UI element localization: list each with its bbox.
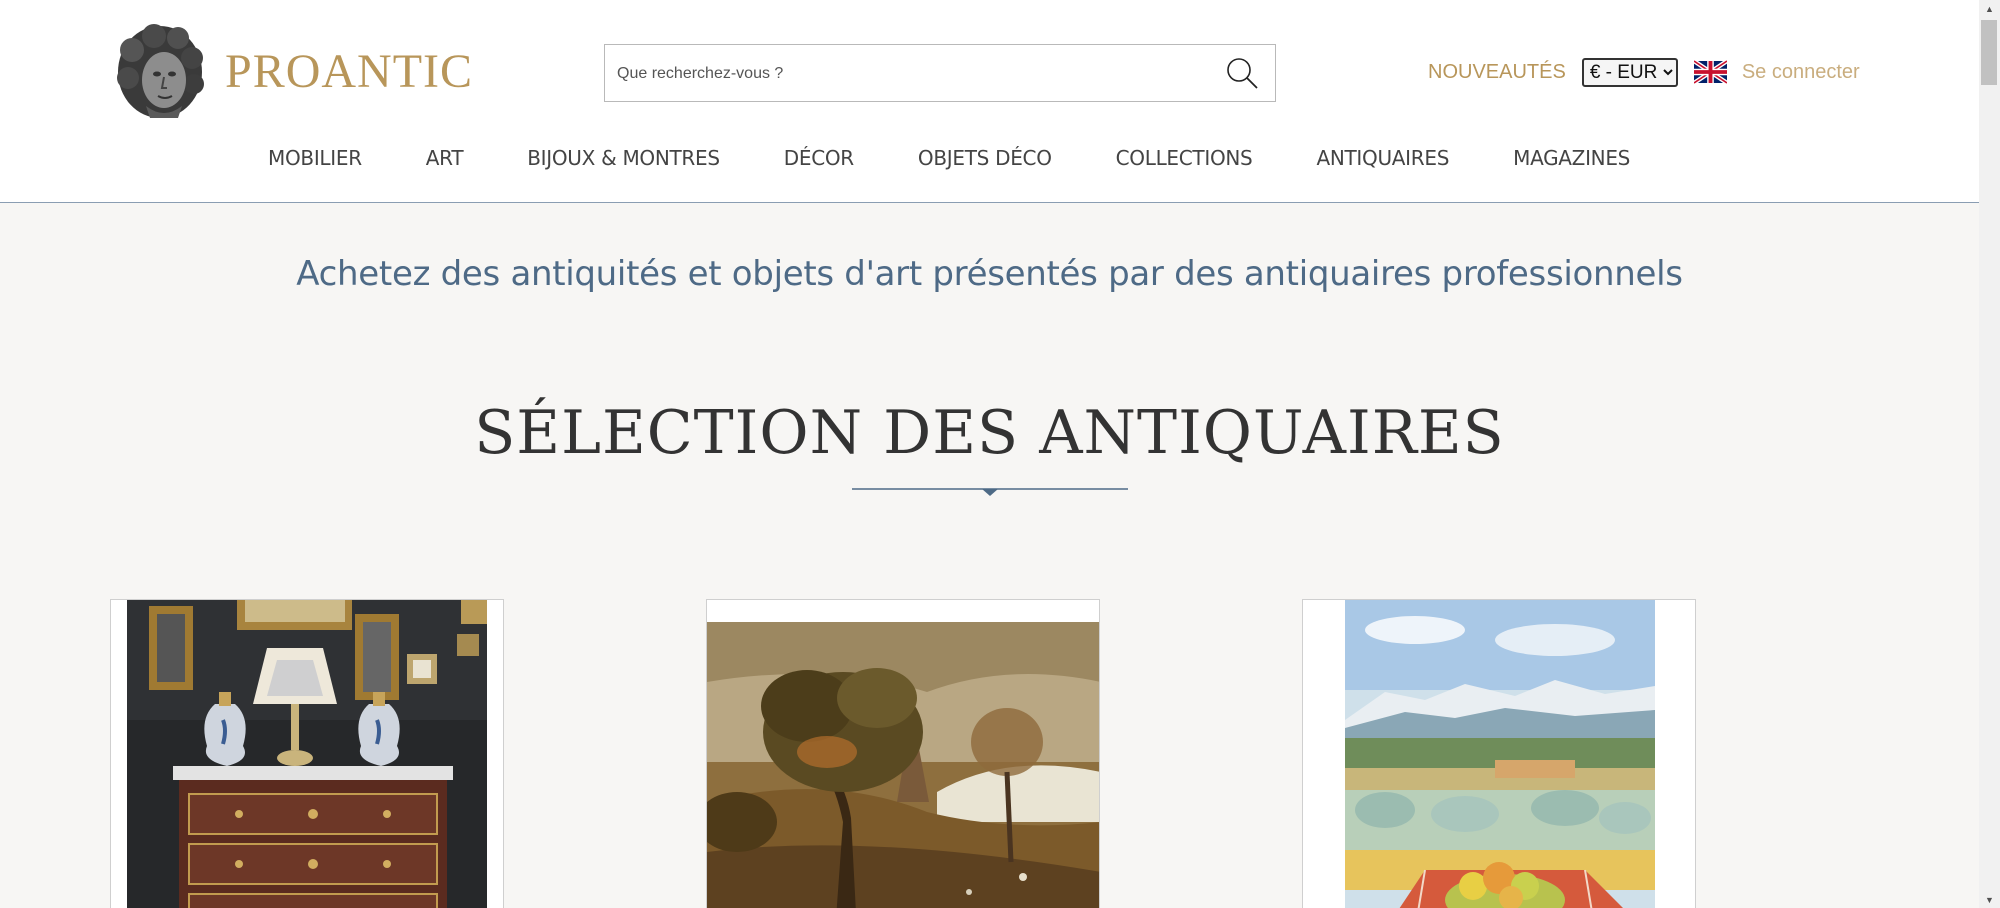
scrollbar[interactable]: ▲ ▼: [1979, 0, 2000, 908]
nav-item-decor[interactable]: DÉCOR: [784, 146, 854, 170]
nav-item-antiquaires[interactable]: ANTIQUAIRES: [1316, 146, 1449, 170]
scrollbar-thumb[interactable]: [1981, 20, 1997, 85]
login-link[interactable]: Se connecter: [1742, 61, 1860, 84]
nav-item-mobilier[interactable]: MOBILIER: [268, 146, 362, 170]
brand-name: PROANTIC: [225, 44, 474, 98]
page: PROANTIC NOUVEAUTÉS € - EUR Se connecter: [0, 0, 1979, 908]
header-actions: NOUVEAUTÉS € - EUR Se connecter: [1428, 56, 1860, 88]
uk-flag-icon[interactable]: [1693, 60, 1727, 84]
search-input[interactable]: [615, 45, 1209, 103]
product-card[interactable]: [110, 599, 504, 908]
search-icon[interactable]: [1225, 56, 1259, 90]
logo[interactable]: PROANTIC: [112, 22, 473, 120]
search-box: [604, 44, 1276, 103]
nav-item-objets-deco[interactable]: OBJETS DÉCO: [918, 146, 1052, 170]
main-nav: MOBILIER ART BIJOUX & MONTRES DÉCOR OBJE…: [268, 146, 1630, 170]
nav-item-collections[interactable]: COLLECTIONS: [1116, 146, 1253, 170]
nav-item-magazines[interactable]: MAGAZINES: [1513, 146, 1630, 170]
product-card[interactable]: [1302, 599, 1696, 908]
nouveautes-link[interactable]: NOUVEAUTÉS: [1428, 61, 1566, 84]
scroll-up-icon[interactable]: ▲: [1979, 0, 2000, 17]
scroll-down-icon[interactable]: ▼: [1979, 891, 2000, 908]
currency-select[interactable]: € - EUR: [1581, 57, 1678, 87]
title-divider: [852, 488, 1128, 496]
site-header: PROANTIC NOUVEAUTÉS € - EUR Se connecter: [0, 0, 1979, 203]
product-card[interactable]: [706, 599, 1100, 908]
section-title: SÉLECTION DES ANTIQUAIRES: [474, 398, 1505, 468]
nav-item-bijoux-montres[interactable]: BIJOUX & MONTRES: [527, 146, 720, 170]
product-image-commode: [127, 600, 487, 908]
product-image-provence-painting: [1345, 600, 1655, 908]
logo-head-icon: [117, 24, 204, 118]
tagline: Achetez des antiquités et objets d'art p…: [296, 254, 1683, 294]
product-image-landscape-painting: [707, 622, 1099, 908]
nav-item-art[interactable]: ART: [426, 146, 464, 170]
